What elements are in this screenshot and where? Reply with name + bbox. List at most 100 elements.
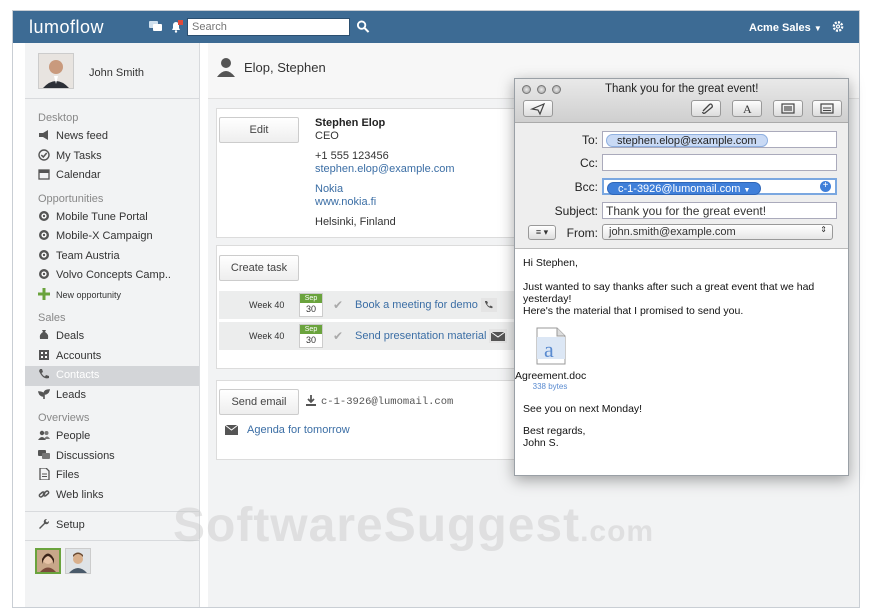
checkmark-icon[interactable]: ✔	[333, 298, 343, 312]
bcc-field[interactable]: c-1-3926@lumomail.com ▼ +	[602, 178, 837, 195]
from-value: john.smith@example.com	[609, 226, 736, 238]
attach-button[interactable]	[691, 100, 721, 117]
send-email-button[interactable]: Send email	[219, 389, 299, 415]
sidebar-item-leads[interactable]: Leads	[25, 386, 199, 406]
priority-menu-button[interactable]: ≡ ▾	[528, 225, 556, 240]
sidebar-item-discussions[interactable]: Discussions	[25, 447, 199, 467]
team-avatar[interactable]	[35, 547, 61, 574]
task-link[interactable]: Book a meeting for demo	[355, 299, 478, 311]
team-avatar[interactable]	[65, 547, 91, 574]
svg-text:a: a	[544, 337, 554, 362]
task-week: Week 40	[249, 331, 285, 341]
section-desktop: Desktop	[38, 112, 79, 124]
link-icon	[38, 489, 50, 498]
to-recipient-token[interactable]: stephen.elop@example.com	[606, 134, 768, 147]
org-name: Acme Sales	[749, 22, 811, 34]
to-label: To:	[581, 133, 598, 147]
attachment-name: Agreement.doc	[515, 370, 587, 382]
sidebar-item-volvo-concepts[interactable]: Volvo Concepts Camp..	[25, 266, 199, 286]
attachment[interactable]: a Agreement.doc 338 bytes	[515, 327, 587, 391]
checkmark-icon[interactable]: ✔	[333, 329, 343, 343]
megaphone-icon	[39, 130, 48, 140]
sidebar-item-deals[interactable]: Deals	[25, 327, 199, 347]
create-task-button[interactable]: Create task	[219, 255, 299, 281]
notification-bell-icon[interactable]	[169, 20, 183, 33]
contact-title: CEO	[315, 130, 339, 142]
svg-text:A: A	[743, 102, 752, 116]
speech-bubbles-icon	[38, 449, 50, 459]
zoom-window-button[interactable]	[552, 85, 561, 94]
word-document-icon: a	[536, 327, 566, 365]
search-icon[interactable]	[356, 20, 370, 33]
target-icon	[39, 230, 49, 240]
email-item-link[interactable]: Agenda for tomorrow	[247, 424, 350, 436]
from-select[interactable]: john.smith@example.com ⇕	[602, 224, 833, 240]
sidebar-item-label: Deals	[56, 330, 85, 342]
bcc-dropbox-address[interactable]: c-1-3926@lumomail.com	[321, 396, 453, 408]
body-line: See you on next Monday!	[523, 403, 643, 415]
envelope-icon	[489, 329, 507, 343]
avatar[interactable]	[38, 53, 74, 89]
watermark-text: SoftwareSuggest	[173, 499, 581, 552]
body-signature: John S.	[523, 437, 559, 449]
envelope-icon	[225, 425, 238, 435]
contact-company-link[interactable]: Nokia	[315, 183, 455, 196]
bcc-recipient-token[interactable]: c-1-3926@lumomail.com ▼	[607, 182, 762, 195]
body-closing: Best regards,	[523, 425, 586, 437]
people-icon	[38, 430, 50, 440]
sidebar-item-people[interactable]: People	[25, 427, 199, 447]
sidebar-item-accounts[interactable]: Accounts	[25, 347, 199, 367]
task-row[interactable]: Week 40 Sep 30 ✔ Send presentation mater…	[219, 322, 519, 350]
sidebar-item-files[interactable]: Files	[25, 466, 199, 486]
leaf-icon	[38, 388, 50, 399]
contact-website-link[interactable]: www.nokia.fi	[315, 196, 455, 209]
subject-field[interactable]: Thank you for the great event!	[602, 202, 837, 219]
mail-body[interactable]: Hi Stephen, Just wanted to say thanks af…	[515, 249, 848, 457]
cc-label: Cc:	[580, 156, 598, 170]
org-selector[interactable]: Acme Sales ▼	[749, 22, 822, 34]
task-link[interactable]: Send presentation material	[355, 330, 486, 342]
sidebar-item-calendar[interactable]: Calendar	[25, 166, 199, 186]
user-profile[interactable]: John Smith	[25, 43, 199, 99]
add-recipient-icon[interactable]: +	[820, 181, 831, 192]
new-opportunity-link[interactable]: New opportunity	[25, 286, 199, 306]
sidebar-item-mobile-x-campaign[interactable]: Mobile-X Campaign	[25, 227, 199, 247]
to-field[interactable]: stephen.elop@example.com	[602, 131, 837, 148]
send-button[interactable]	[523, 100, 553, 117]
chat-icon[interactable]	[149, 20, 163, 33]
app-logo[interactable]: lumoflow	[29, 17, 104, 38]
mail-title: Thank you for the great event!	[605, 83, 759, 95]
sidebar-item-label: My Tasks	[56, 149, 102, 162]
sidebar-item-my-tasks[interactable]: My Tasks	[25, 147, 199, 167]
sidebar-item-news-feed[interactable]: News feed	[25, 127, 199, 147]
from-label: From:	[566, 226, 598, 240]
minimize-window-button[interactable]	[537, 85, 546, 94]
mail-header-fields: To: stephen.elop@example.com Cc: Bcc: c-…	[515, 123, 848, 249]
download-icon	[306, 395, 316, 406]
cc-field[interactable]	[602, 154, 837, 171]
sidebar-item-mobile-tune-portal[interactable]: Mobile Tune Portal	[25, 208, 199, 228]
mail-titlebar[interactable]: Thank you for the great event! A	[515, 79, 848, 123]
fonts-button[interactable]: A	[732, 100, 762, 117]
close-window-button[interactable]	[522, 85, 531, 94]
search-input[interactable]	[187, 18, 350, 36]
file-icon	[39, 468, 50, 480]
task-row[interactable]: Week 40 Sep 30 ✔ Book a meeting for demo	[219, 291, 519, 319]
photo-icon	[781, 103, 795, 114]
edit-button[interactable]: Edit	[219, 117, 299, 143]
contact-email-link[interactable]: stephen.elop@example.com	[315, 163, 455, 176]
sidebar-item-contacts[interactable]: Contacts	[25, 366, 199, 386]
check-circle-icon	[38, 148, 50, 161]
sidebar-item-label: Files	[56, 469, 80, 481]
task-day: 30	[305, 304, 316, 314]
body-line: Here's the material that I promised to s…	[523, 305, 744, 317]
template-button[interactable]	[812, 100, 842, 117]
contact-name: Stephen Elop	[315, 117, 386, 129]
sidebar-item-label: Calendar	[56, 169, 101, 181]
contact-card: Edit Stephen Elop CEO +1 555 123456 step…	[216, 108, 526, 238]
bcc-label: Bcc:	[574, 180, 598, 194]
gear-icon[interactable]	[831, 20, 845, 33]
sidebar-item-team-austria[interactable]: Team Austria	[25, 247, 199, 267]
contact-phone[interactable]: +1 555 123456	[315, 150, 455, 163]
photo-browser-button[interactable]	[773, 100, 803, 117]
